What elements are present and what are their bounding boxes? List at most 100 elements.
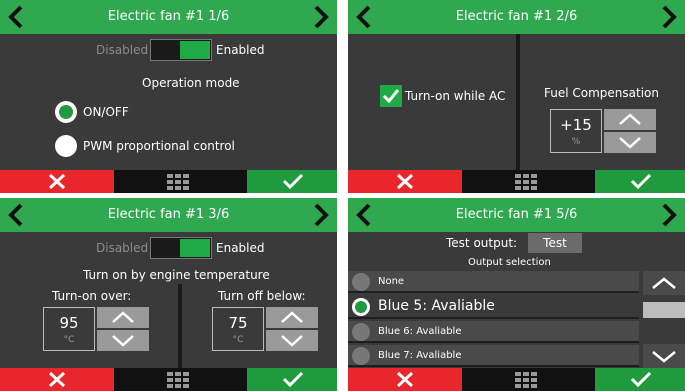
scroll-down-button[interactable] [643, 344, 685, 368]
fuel-compensation-unit: % [571, 137, 581, 147]
increment-button[interactable] [266, 307, 318, 328]
page-title: Electric fan #1 1/6 [107, 9, 230, 24]
output-selection-label: Output selection [468, 257, 551, 268]
scroll-thumb[interactable] [643, 302, 685, 318]
list-item[interactable]: None [348, 271, 639, 293]
fuel-compensation-stepper: +15 % [550, 109, 656, 153]
checkmark-icon [630, 173, 652, 190]
list-item-label: None [378, 276, 405, 287]
decrement-button[interactable] [604, 132, 656, 153]
radio-label-on-off: ON/OFF [83, 105, 129, 119]
increment-button[interactable] [97, 307, 149, 328]
increment-button[interactable] [604, 109, 656, 130]
cancel-button[interactable] [0, 368, 114, 391]
confirm-button[interactable] [247, 368, 337, 391]
footer-bar [348, 368, 685, 391]
radio-on-off[interactable] [55, 101, 77, 123]
enable-toggle[interactable] [150, 237, 212, 259]
confirm-button[interactable] [595, 368, 685, 391]
cancel-button[interactable] [0, 170, 114, 193]
turn-off-stepper: 75 °C [212, 307, 318, 351]
list-scrollbar[interactable] [643, 271, 685, 368]
chevron-down-icon [281, 335, 303, 347]
fan-config-page-3: Electric fan #1 3/6 Disabled Enabled Tur… [0, 198, 337, 391]
chevron-right-icon[interactable] [311, 4, 331, 30]
turn-off-label: Turn off below: [218, 289, 306, 303]
test-output-label: Test output: [446, 236, 518, 250]
grid-menu-icon[interactable] [515, 372, 537, 388]
page-header: Electric fan #1 3/6 [0, 198, 337, 232]
fan-config-page-5: Electric fan #1 5/6 Test output: Test Ou… [348, 198, 685, 391]
fuel-compensation-value-box[interactable]: +15 % [550, 109, 602, 153]
page-header: Electric fan #1 1/6 [0, 0, 337, 34]
close-icon [48, 173, 66, 190]
page-title: Electric fan #1 3/6 [107, 207, 230, 222]
ac-checkbox[interactable] [380, 85, 402, 107]
decrement-button[interactable] [97, 330, 149, 351]
grid-menu-icon[interactable] [167, 372, 189, 388]
fuel-compensation-label: Fuel Compensation [544, 86, 659, 100]
chevron-down-icon [112, 335, 134, 347]
toggle-on-label: Enabled [216, 43, 265, 57]
footer-bar [0, 170, 337, 193]
turn-on-value-box[interactable]: 95 °C [43, 307, 95, 351]
list-item-label: Blue 5: Avaliable [378, 298, 495, 314]
cancel-button[interactable] [348, 170, 462, 193]
section-label: Turn on by engine temperature [83, 268, 270, 282]
ac-checkbox-label: Turn-on while AC [405, 89, 506, 103]
turn-off-value-box[interactable]: 75 °C [212, 307, 264, 351]
chevron-down-icon [652, 351, 676, 363]
confirm-button[interactable] [595, 170, 685, 193]
toggle-off-label: Disabled [96, 241, 149, 255]
close-icon [396, 371, 414, 388]
checkmark-icon [282, 173, 304, 190]
checkmark-icon [382, 89, 400, 104]
chevron-up-icon [619, 113, 641, 125]
checkmark-icon [630, 371, 652, 388]
page-header: Electric fan #1 5/6 [348, 198, 685, 232]
confirm-button[interactable] [247, 170, 337, 193]
list-item-label: Blue 7: Avaliable [378, 350, 462, 361]
turn-off-value: 75 [228, 314, 248, 332]
chevron-up-icon [112, 311, 134, 323]
list-item[interactable]: Blue 7: Avaliable [348, 345, 639, 367]
fuel-compensation-value: +15 [560, 116, 592, 134]
toggle-on-label: Enabled [216, 241, 265, 255]
page-header: Electric fan #1 2/6 [348, 0, 685, 34]
chevron-down-icon [619, 137, 641, 149]
fan-config-page-2: Electric fan #1 2/6 Turn-on while AC Fue… [348, 0, 685, 193]
list-item-label: Blue 6: Avaliable [378, 326, 462, 337]
toggle-off-label: Disabled [96, 43, 149, 57]
checkmark-icon [282, 371, 304, 388]
enable-toggle[interactable] [150, 39, 212, 61]
cancel-button[interactable] [348, 368, 462, 391]
grid-menu-icon[interactable] [167, 174, 189, 190]
turn-on-stepper: 95 °C [43, 307, 149, 351]
section-label: Operation mode [142, 76, 240, 90]
close-icon [48, 371, 66, 388]
footer-bar [0, 368, 337, 391]
page-title: Electric fan #1 5/6 [455, 207, 578, 222]
grid-menu-icon[interactable] [515, 174, 537, 190]
list-item[interactable]: Blue 6: Avaliable [348, 321, 639, 343]
chevron-right-icon[interactable] [659, 202, 679, 228]
chevron-up-icon [652, 277, 676, 289]
turn-on-label: Turn-on over: [52, 289, 132, 303]
test-button[interactable]: Test [528, 233, 582, 253]
radio-label-pwm: PWM proportional control [83, 139, 235, 153]
footer-bar [348, 170, 685, 193]
page-title: Electric fan #1 2/6 [455, 9, 578, 24]
decrement-button[interactable] [266, 330, 318, 351]
turn-on-unit: °C [63, 335, 75, 345]
scroll-up-button[interactable] [643, 271, 685, 295]
turn-off-unit: °C [232, 335, 244, 345]
chevron-right-icon[interactable] [659, 4, 679, 30]
chevron-right-icon[interactable] [311, 202, 331, 228]
column-divider [516, 34, 520, 170]
radio-pwm[interactable] [55, 135, 77, 157]
chevron-up-icon [281, 311, 303, 323]
fan-config-page-1: Electric fan #1 1/6 Disabled Enabled Ope… [0, 0, 337, 193]
list-item-selected[interactable]: Blue 5: Avaliable [348, 295, 639, 319]
close-icon [396, 173, 414, 190]
turn-on-value: 95 [59, 314, 79, 332]
